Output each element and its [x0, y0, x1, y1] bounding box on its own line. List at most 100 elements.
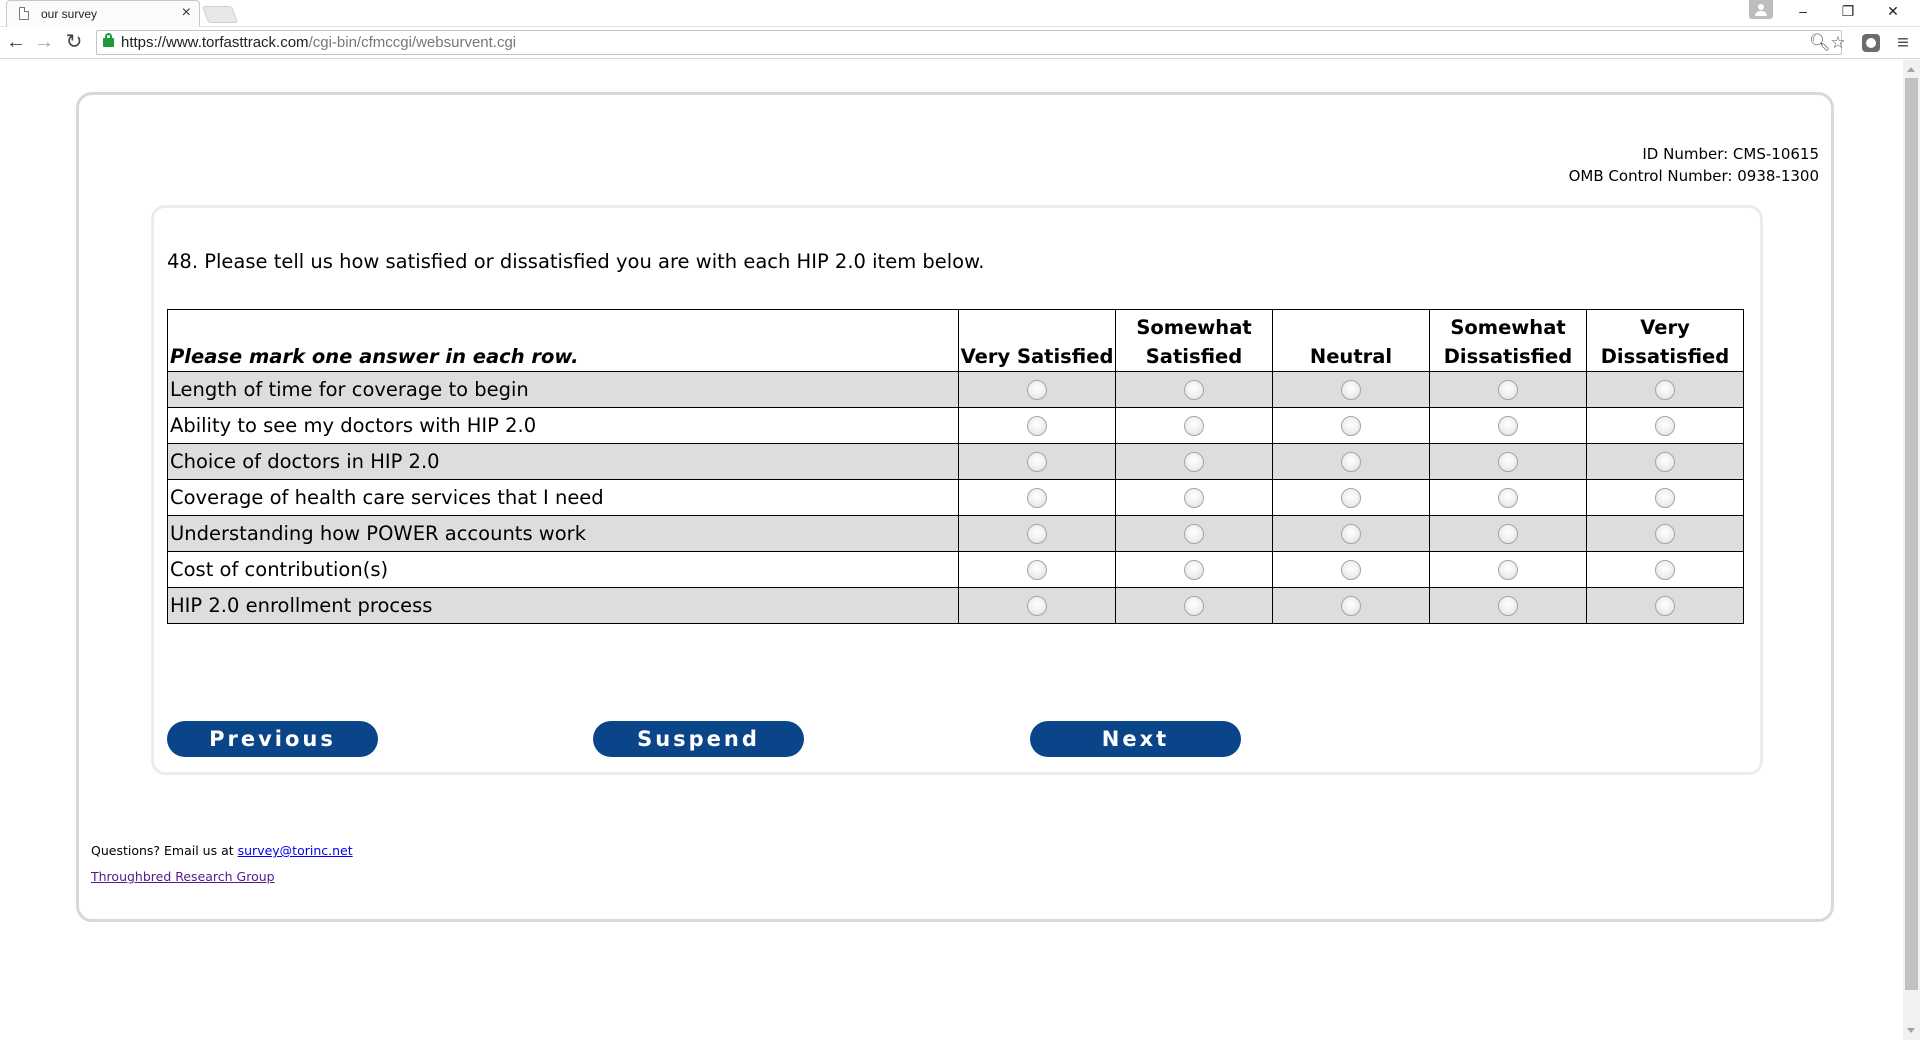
radio-button[interactable] [1341, 523, 1361, 544]
radio-cell [1115, 515, 1273, 552]
page-scrollbar[interactable] [1903, 60, 1920, 1040]
restore-button[interactable]: ❐ [1826, 0, 1870, 22]
column-header: Very Dissatisfied [1586, 309, 1744, 372]
question-panel: 48. Please tell us how satisfied or diss… [151, 205, 1763, 775]
radio-button[interactable] [1341, 379, 1361, 400]
radio-cell [1115, 551, 1273, 588]
radio-button[interactable] [1027, 523, 1047, 544]
radio-button[interactable] [1498, 415, 1518, 436]
contact-line: Questions? Email us at survey@torinc.net [91, 843, 353, 858]
radio-button[interactable] [1027, 415, 1047, 436]
radio-button[interactable] [1184, 595, 1204, 616]
radio-button[interactable] [1184, 487, 1204, 508]
close-window-button[interactable]: ✕ [1871, 0, 1915, 22]
radio-button[interactable] [1498, 487, 1518, 508]
radio-cell [1429, 371, 1587, 408]
radio-button[interactable] [1655, 415, 1675, 436]
radio-button[interactable] [1027, 487, 1047, 508]
id-number: ID Number: CMS-10615 [1642, 145, 1819, 163]
menu-icon[interactable]: ≡ [1893, 32, 1913, 54]
radio-cell [1586, 587, 1744, 624]
browser-tab[interactable]: our survey × [6, 0, 200, 27]
radio-button[interactable] [1341, 451, 1361, 472]
radio-cell [1272, 479, 1430, 516]
profile-icon[interactable] [1749, 0, 1773, 19]
address-bar[interactable]: https://www.torfasttrack.com/cgi-bin/cfm… [96, 30, 1846, 55]
radio-cell [958, 371, 1116, 408]
row-label: Understanding how POWER accounts work [167, 515, 959, 552]
row-label: Coverage of health care services that I … [167, 479, 959, 516]
radio-button[interactable] [1027, 559, 1047, 580]
radio-button[interactable] [1184, 559, 1204, 580]
row-label: Cost of contribution(s) [167, 551, 959, 588]
contact-text: Questions? Email us at [91, 843, 238, 858]
radio-button[interactable] [1655, 595, 1675, 616]
matrix-row: Choice of doctors in HIP 2.0 [167, 443, 1744, 480]
radio-button[interactable] [1341, 559, 1361, 580]
radio-cell [1115, 479, 1273, 516]
scroll-up-arrow[interactable] [1907, 67, 1915, 72]
radio-button[interactable] [1655, 523, 1675, 544]
radio-cell [1115, 407, 1273, 444]
radio-button[interactable] [1498, 379, 1518, 400]
radio-cell [958, 479, 1116, 516]
radio-button[interactable] [1184, 415, 1204, 436]
previous-button[interactable]: Previous [167, 721, 378, 757]
tab-close-icon[interactable]: × [182, 4, 191, 22]
column-header: Neutral [1272, 309, 1430, 372]
matrix-row: Understanding how POWER accounts work [167, 515, 1744, 552]
column-header: Somewhat Satisfied [1115, 309, 1273, 372]
radio-cell [958, 551, 1116, 588]
radio-cell [1429, 479, 1587, 516]
radio-button[interactable] [1027, 451, 1047, 472]
radio-button[interactable] [1655, 559, 1675, 580]
row-label: Choice of doctors in HIP 2.0 [167, 443, 959, 480]
email-link[interactable]: survey@torinc.net [238, 843, 353, 858]
row-label: Ability to see my doctors with HIP 2.0 [167, 407, 959, 444]
radio-button[interactable] [1655, 379, 1675, 400]
extension-icon[interactable] [1862, 34, 1880, 52]
radio-button[interactable] [1655, 487, 1675, 508]
radio-button[interactable] [1498, 595, 1518, 616]
back-button[interactable]: ← [4, 30, 28, 54]
radio-button[interactable] [1184, 523, 1204, 544]
next-button[interactable]: Next [1030, 721, 1241, 757]
row-label: Length of time for coverage to begin [167, 371, 959, 408]
radio-cell [1586, 443, 1744, 480]
radio-cell [1429, 587, 1587, 624]
star-icon[interactable]: ☆ [1828, 33, 1848, 53]
suspend-button[interactable]: Suspend [593, 721, 804, 757]
minimize-button[interactable]: – [1781, 0, 1825, 22]
radio-button[interactable] [1027, 595, 1047, 616]
new-tab-button[interactable] [201, 6, 239, 23]
scroll-thumb[interactable] [1905, 78, 1918, 990]
radio-cell [1586, 515, 1744, 552]
zoom-icon[interactable]: 🔍︎ [1809, 33, 1831, 53]
radio-cell [1586, 371, 1744, 408]
radio-button[interactable] [1341, 595, 1361, 616]
forward-button[interactable]: → [32, 30, 56, 54]
matrix-row: Coverage of health care services that I … [167, 479, 1744, 516]
radio-cell [958, 407, 1116, 444]
radio-button[interactable] [1184, 379, 1204, 400]
radio-cell [958, 443, 1116, 480]
radio-button[interactable] [1341, 415, 1361, 436]
radio-cell [1429, 443, 1587, 480]
org-link[interactable]: Throughbred Research Group [91, 869, 275, 884]
reload-button[interactable]: ↻ [62, 30, 86, 54]
matrix-row: Ability to see my doctors with HIP 2.0 [167, 407, 1744, 444]
tab-title: our survey [41, 7, 98, 21]
radio-cell [1115, 443, 1273, 480]
radio-cell [1272, 407, 1430, 444]
question-text: 48. Please tell us how satisfied or diss… [167, 250, 985, 273]
radio-button[interactable] [1655, 451, 1675, 472]
radio-button[interactable] [1498, 523, 1518, 544]
radio-button[interactable] [1498, 451, 1518, 472]
scroll-down-arrow[interactable] [1907, 1028, 1915, 1033]
radio-cell [1272, 443, 1430, 480]
radio-button[interactable] [1184, 451, 1204, 472]
radio-button[interactable] [1341, 487, 1361, 508]
radio-button[interactable] [1498, 559, 1518, 580]
radio-button[interactable] [1027, 379, 1047, 400]
page-footer: Questions? Email us at survey@torinc.net… [91, 843, 353, 884]
